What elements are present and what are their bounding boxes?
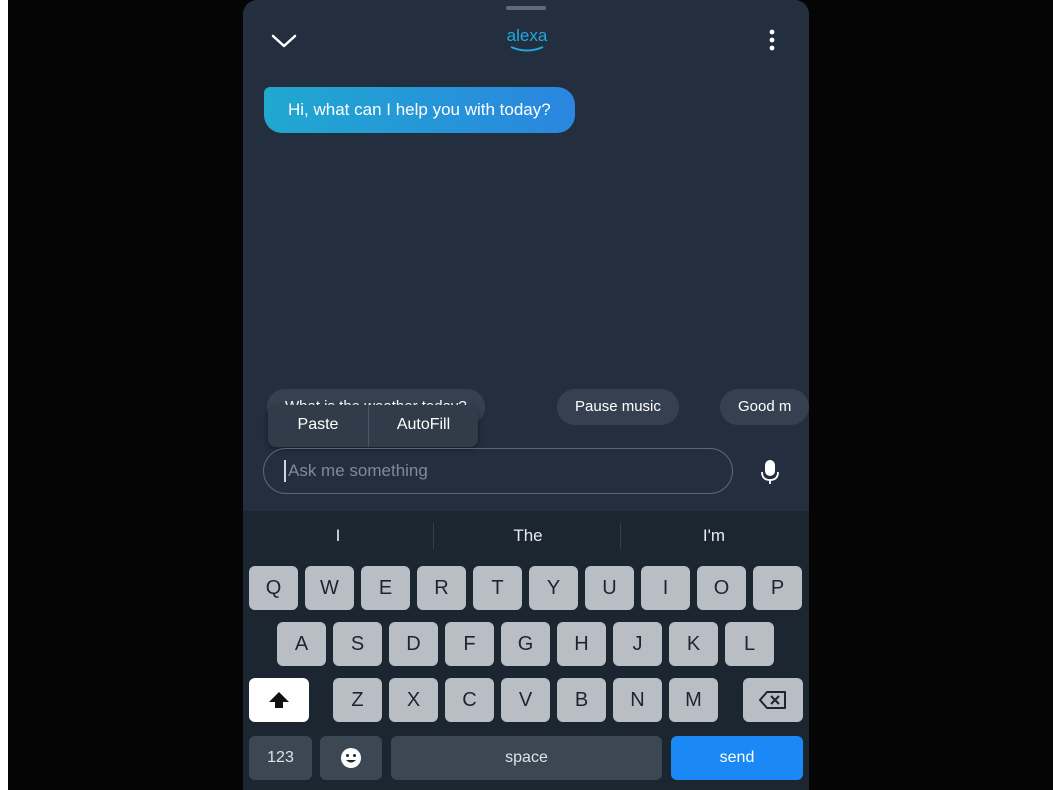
prediction-item[interactable]: I — [273, 523, 403, 549]
key-x[interactable]: X — [389, 678, 438, 722]
message-input[interactable] — [286, 460, 710, 482]
prediction-bar: I The I'm — [243, 511, 809, 561]
key-a[interactable]: A — [277, 622, 326, 666]
autofill-menu-item[interactable]: AutoFill — [369, 405, 478, 447]
emoji-key[interactable] — [320, 736, 382, 780]
message-input-container[interactable] — [263, 448, 733, 494]
emoji-icon — [341, 748, 361, 768]
key-m[interactable]: M — [669, 678, 718, 722]
prediction-item[interactable]: The — [463, 523, 593, 549]
key-g[interactable]: G — [501, 622, 550, 666]
key-y[interactable]: Y — [529, 566, 578, 610]
key-b[interactable]: B — [557, 678, 606, 722]
key-i[interactable]: I — [641, 566, 690, 610]
key-s[interactable]: S — [333, 622, 382, 666]
key-v[interactable]: V — [501, 678, 550, 722]
space-key[interactable]: space — [391, 736, 662, 780]
key-d[interactable]: D — [389, 622, 438, 666]
assistant-message-bubble: Hi, what can I help you with today? — [264, 87, 575, 133]
send-key[interactable]: send — [671, 736, 803, 780]
on-screen-keyboard: I The I'm Q W E R T Y U I O P A S D F G … — [243, 511, 809, 790]
logo-text: alexa — [506, 26, 548, 45]
key-u[interactable]: U — [585, 566, 634, 610]
smile-arrow-icon — [510, 46, 544, 52]
suggestion-chip[interactable]: Pause music — [557, 389, 679, 425]
alexa-logo: alexa — [495, 26, 559, 56]
key-t[interactable]: T — [473, 566, 522, 610]
prediction-divider — [433, 523, 434, 549]
microphone-icon[interactable] — [759, 457, 781, 487]
key-o[interactable]: O — [697, 566, 746, 610]
key-w[interactable]: W — [305, 566, 354, 610]
shift-arrow-icon — [269, 692, 289, 708]
key-h[interactable]: H — [557, 622, 606, 666]
letterbox-edge — [0, 0, 8, 790]
key-e[interactable]: E — [361, 566, 410, 610]
prediction-item[interactable]: I'm — [649, 523, 779, 549]
sheet-grabber[interactable] — [506, 6, 546, 10]
key-j[interactable]: J — [613, 622, 662, 666]
numbers-key[interactable]: 123 — [249, 736, 312, 780]
backspace-icon — [759, 691, 786, 709]
key-z[interactable]: Z — [333, 678, 382, 722]
prediction-divider — [620, 523, 621, 549]
backspace-key[interactable] — [743, 678, 803, 722]
key-p[interactable]: P — [753, 566, 802, 610]
suggestion-chip[interactable]: Good m — [720, 389, 809, 425]
key-n[interactable]: N — [613, 678, 662, 722]
more-vertical-icon[interactable] — [759, 26, 785, 54]
paste-menu-item[interactable]: Paste — [268, 405, 368, 447]
key-c[interactable]: C — [445, 678, 494, 722]
key-k[interactable]: K — [669, 622, 718, 666]
key-r[interactable]: R — [417, 566, 466, 610]
alexa-chat-screen: alexa Hi, what can I help you with today… — [243, 0, 809, 790]
key-q[interactable]: Q — [249, 566, 298, 610]
key-l[interactable]: L — [725, 622, 774, 666]
key-f[interactable]: F — [445, 622, 494, 666]
shift-key[interactable] — [249, 678, 309, 722]
text-context-menu: Paste AutoFill — [268, 405, 478, 447]
chevron-down-icon[interactable] — [269, 28, 299, 52]
